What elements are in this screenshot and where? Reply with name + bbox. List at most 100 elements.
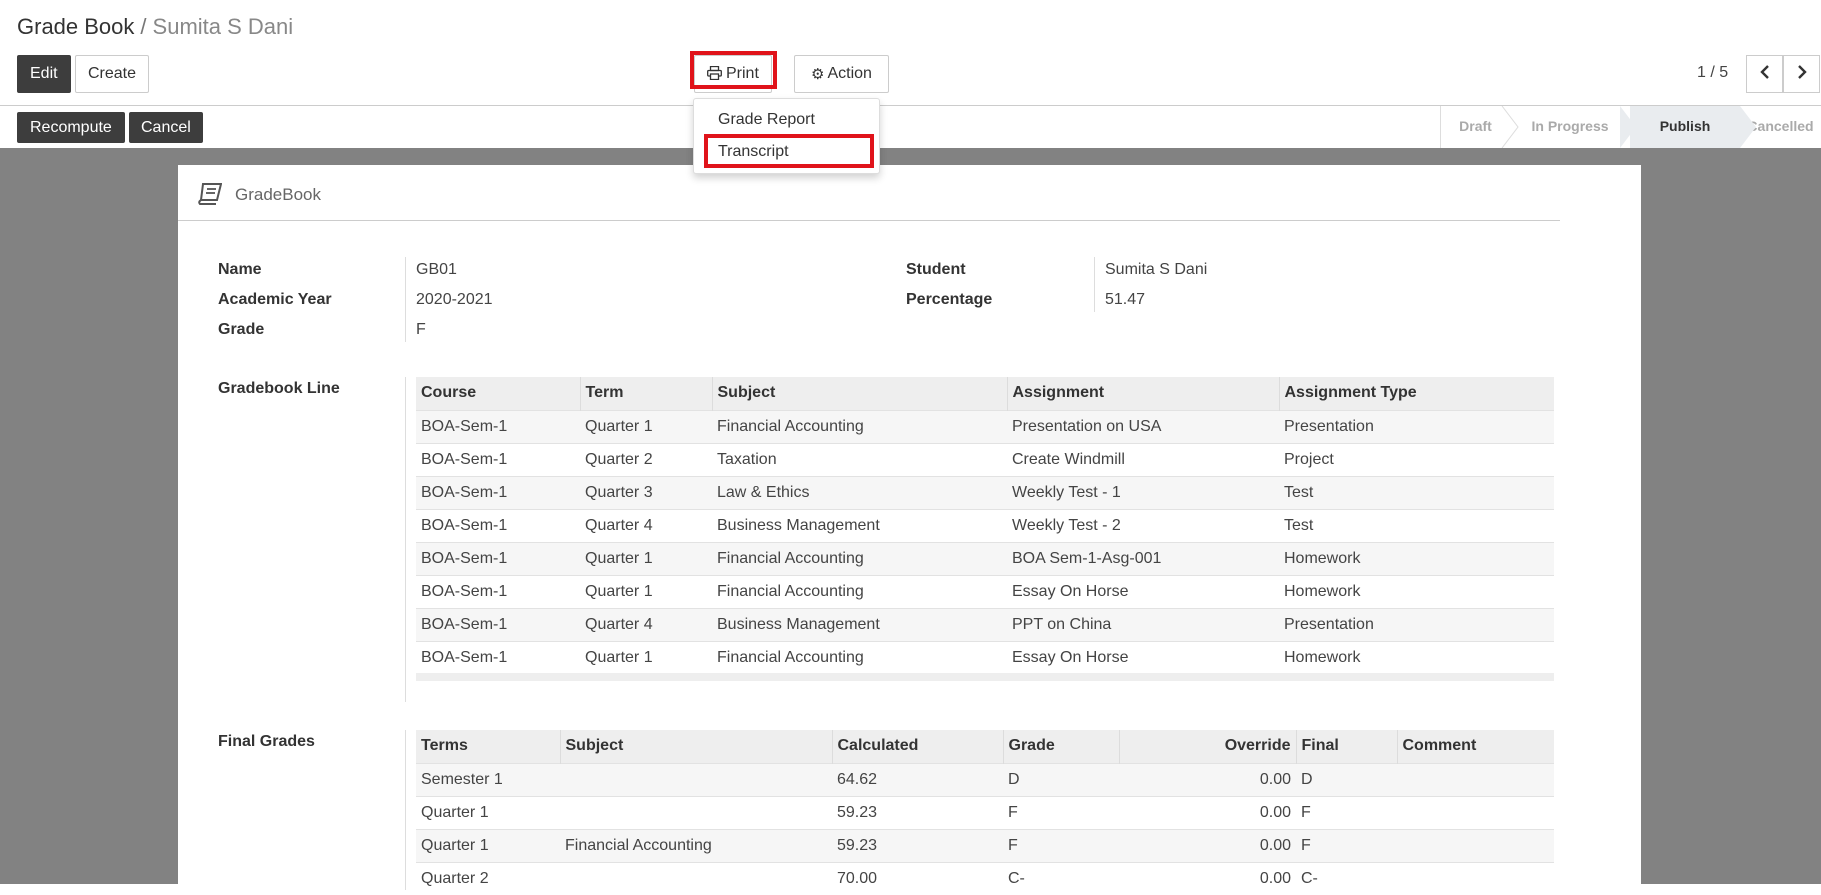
column-header[interactable]: Assignment Type: [1278, 377, 1554, 410]
next-record-button[interactable]: [1783, 55, 1820, 93]
table-cell: F: [1003, 828, 1119, 862]
pager-value[interactable]: 1 / 5: [1697, 64, 1728, 82]
table-cell: Financial Accounting: [712, 574, 1007, 608]
grade-label: Grade: [218, 321, 265, 338]
menu-item-grade-report[interactable]: Grade Report: [718, 111, 815, 129]
create-button[interactable]: Create: [75, 55, 150, 93]
table-row[interactable]: BOA-Sem-1 Quarter 1 Financial Accounting Pr…: [416, 409, 1554, 443]
field-divider: [405, 257, 406, 342]
table-row[interactable]: Quarter 1 59.23 F 0.00 F: [416, 795, 1554, 829]
table-cell: BOA-Sem-1: [416, 607, 580, 641]
breadcrumb-current: Sumita S Dani: [152, 14, 294, 39]
table-cell: Test: [1279, 475, 1554, 509]
table-cell: Weekly Test - 2: [1007, 508, 1279, 542]
column-header[interactable]: Comment: [1396, 730, 1554, 763]
table-cell: PPT on China: [1007, 607, 1279, 641]
table-cell: F: [1003, 795, 1119, 829]
table-row[interactable]: Semester 1 64.62 D 0.00 D: [416, 762, 1554, 796]
print-button[interactable]: Print: [694, 55, 772, 93]
table-cell: BOA-Sem-1: [416, 640, 580, 674]
table-row[interactable]: BOA-Sem-1 Quarter 1 Financial Accounting BO…: [416, 541, 1554, 575]
table-cell: C-: [1296, 861, 1397, 895]
table-row[interactable]: BOA-Sem-1 Quarter 4 Business Management Wee…: [416, 508, 1554, 542]
breadcrumb-parent[interactable]: Grade Book: [17, 14, 134, 39]
column-header[interactable]: Subject: [711, 377, 1007, 410]
table-cell: F: [1296, 795, 1397, 829]
table-cell: BOA-Sem-1: [416, 475, 580, 509]
breadcrumb: Grade Book / Sumita S Dani: [17, 14, 293, 40]
status-in-progress[interactable]: In Progress: [1510, 106, 1630, 148]
column-header[interactable]: Override: [1118, 730, 1296, 763]
column-header[interactable]: Term: [579, 377, 712, 410]
table-cell: Quarter 3: [580, 475, 712, 509]
field-divider: [405, 377, 406, 702]
table-cell: 0.00: [1119, 861, 1296, 895]
table-cell: 64.62: [832, 762, 1003, 796]
table-row[interactable]: BOA-Sem-1 Quarter 1 Financial Accounting Es…: [416, 574, 1554, 608]
table-cell: [560, 861, 832, 895]
name-label: Name: [218, 261, 262, 278]
table-cell: Semester 1: [416, 762, 560, 796]
table-cell: Financial Accounting: [712, 409, 1007, 443]
gear-icon: ⚙: [811, 66, 825, 83]
table-cell: C-: [1003, 861, 1119, 895]
table-cell: Law & Ethics: [712, 475, 1007, 509]
column-header[interactable]: Calculated: [831, 730, 1003, 763]
sheet-title: GradeBook: [235, 185, 321, 204]
table-cell: 70.00: [832, 861, 1003, 895]
academic-year-value[interactable]: 2020-2021: [416, 291, 493, 309]
table-cell: Presentation on USA: [1007, 409, 1279, 443]
table-cell: D: [1296, 762, 1397, 796]
action-label: Action: [827, 65, 872, 82]
stage-arrow: [1620, 106, 1636, 148]
table-cell: [1397, 828, 1554, 862]
table-cell: BOA-Sem-1: [416, 442, 580, 476]
field-divider: [405, 730, 406, 890]
column-header[interactable]: Subject: [559, 730, 832, 763]
edit-button[interactable]: Edit: [17, 55, 71, 93]
cancel-button[interactable]: Cancel: [129, 112, 203, 143]
table-cell: Presentation: [1279, 409, 1554, 443]
table-cell: Quarter 1: [416, 795, 560, 829]
recompute-button[interactable]: Recompute: [17, 112, 125, 143]
table-cell: Quarter 4: [580, 607, 712, 641]
table-row[interactable]: BOA-Sem-1 Quarter 2 Taxation Create Windmil…: [416, 442, 1554, 476]
column-header[interactable]: Course: [416, 377, 580, 410]
table-cell: Taxation: [712, 442, 1007, 476]
column-header[interactable]: Terms: [416, 730, 560, 763]
form-sheet: GradeBook Name GB01 Academic Year 2020-2…: [178, 165, 1641, 895]
table-row[interactable]: Quarter 2 70.00 C- 0.00 C-: [416, 861, 1554, 895]
student-label: Student: [906, 261, 966, 278]
table-row[interactable]: BOA-Sem-1 Quarter 4 Business Management PPT…: [416, 607, 1554, 641]
table-header-row: Terms Subject Calculated Grade Override …: [416, 730, 1554, 763]
percentage-value: 51.47: [1105, 291, 1146, 308]
gradebook-line-table: Course Term Subject Assignment Assignmen…: [416, 377, 1554, 674]
action-button[interactable]: ⚙ Action: [794, 55, 889, 93]
menu-item-transcript[interactable]: Transcript: [718, 143, 789, 161]
student-value[interactable]: Sumita S Dani: [1105, 261, 1207, 279]
table-cell: BOA Sem-1-Asg-001: [1007, 541, 1279, 575]
table-cell: BOA-Sem-1: [416, 541, 580, 575]
stage-arrow: [1501, 106, 1519, 148]
table-cell: [560, 762, 832, 796]
column-header[interactable]: Grade: [1002, 730, 1119, 763]
table-cell: D: [1003, 762, 1119, 796]
status-publish[interactable]: Publish: [1630, 106, 1740, 148]
table-cell: Quarter 1: [416, 828, 560, 862]
table-row[interactable]: BOA-Sem-1 Quarter 1 Financial Accounting Es…: [416, 640, 1554, 674]
table-cell: Financial Accounting: [712, 541, 1007, 575]
table-row[interactable]: BOA-Sem-1 Quarter 3 Law & Ethics Weekly Tes…: [416, 475, 1554, 509]
previous-record-button[interactable]: [1746, 55, 1783, 93]
table-cell: 59.23: [832, 828, 1003, 862]
table-row[interactable]: Quarter 1 Financial Accounting 59.23 F 0.00 F: [416, 828, 1554, 862]
column-header[interactable]: Assignment: [1006, 377, 1279, 410]
table-cell: [1397, 795, 1554, 829]
field-divider: [1094, 257, 1095, 312]
table-cell: Quarter 2: [416, 861, 560, 895]
table-cell: Financial Accounting: [712, 640, 1007, 674]
table-cell: Essay On Horse: [1007, 640, 1279, 674]
table-cell: 59.23: [832, 795, 1003, 829]
column-header[interactable]: Final: [1295, 730, 1397, 763]
table-header-row: Course Term Subject Assignment Assignmen…: [416, 377, 1554, 410]
table-cell: Create Windmill: [1007, 442, 1279, 476]
